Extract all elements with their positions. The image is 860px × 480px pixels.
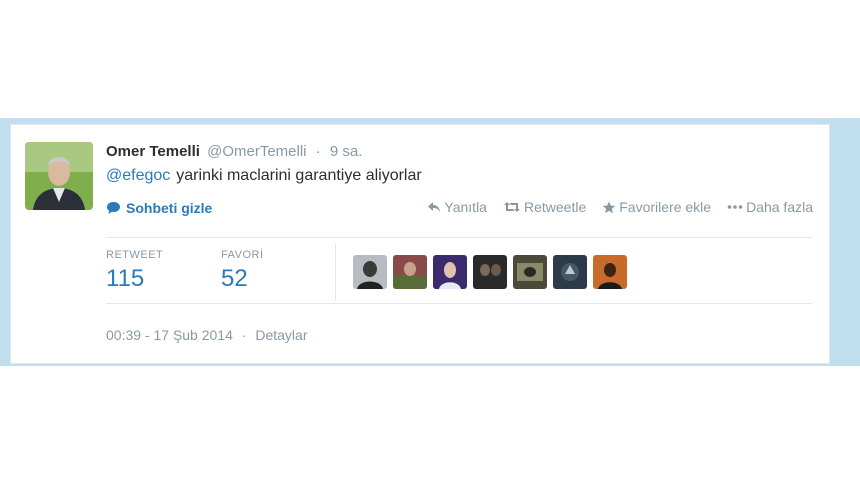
favorite-count: 52 bbox=[221, 265, 248, 292]
mention-link[interactable]: @efegoc bbox=[106, 167, 170, 184]
reply-icon bbox=[428, 202, 441, 212]
conversation-label: Sohbeti gizle bbox=[126, 200, 213, 216]
tweet-footer: 00:39 - 17 Şub 2014 · Detaylar bbox=[106, 327, 307, 343]
tweet-time[interactable]: 9 sa. bbox=[330, 143, 363, 160]
retweeter-avatar[interactable] bbox=[593, 255, 627, 289]
conversation-toggle[interactable]: Sohbeti gizle bbox=[106, 200, 212, 216]
stats-top-divider bbox=[106, 237, 812, 238]
tweet-header: Omer Temelli @OmerTemelli · 9 sa. bbox=[106, 143, 362, 160]
reply-button[interactable]: Yanıtla bbox=[427, 199, 487, 215]
tweet-actions: Yanıtla Retweetle Favorilere ekle Daha f… bbox=[427, 199, 813, 215]
favorite-stat-label: FAVORİ bbox=[221, 249, 264, 261]
tweet-timestamp: 00:39 - 17 Şub 2014 bbox=[106, 327, 233, 343]
more-icon bbox=[727, 205, 743, 209]
author-fullname[interactable]: Omer Temelli bbox=[106, 143, 200, 160]
favorite-label: Favorilere ekle bbox=[619, 199, 712, 215]
favorite-button[interactable]: Favorilere ekle bbox=[602, 199, 711, 215]
tweet-body: yarinki maclarini garantiye aliyorlar bbox=[176, 167, 422, 184]
retweet-stat-label: RETWEET bbox=[106, 249, 164, 261]
retweet-icon bbox=[503, 202, 520, 212]
header-separator: · bbox=[315, 143, 321, 160]
retweeter-avatar[interactable] bbox=[473, 255, 507, 289]
reply-label: Yanıtla bbox=[444, 199, 487, 215]
tweet-text: @efegoc yarinki maclarini garantiye aliyo… bbox=[106, 167, 422, 185]
retweeter-avatar[interactable] bbox=[553, 255, 587, 289]
retweet-count: 115 bbox=[106, 265, 145, 292]
speech-bubble-icon bbox=[107, 202, 120, 214]
star-icon bbox=[602, 201, 616, 213]
retweet-stat[interactable]: RETWEET 115 bbox=[106, 249, 163, 293]
more-label: Daha fazla bbox=[746, 199, 813, 215]
stats-bottom-divider bbox=[106, 303, 812, 304]
author-username[interactable]: @OmerTemelli bbox=[207, 143, 306, 160]
stats-vertical-divider bbox=[335, 243, 336, 301]
favorite-stat[interactable]: FAVORİ 52 bbox=[221, 249, 264, 293]
retweeter-avatar[interactable] bbox=[513, 255, 547, 289]
details-link[interactable]: Detaylar bbox=[255, 327, 307, 343]
more-button[interactable]: Daha fazla bbox=[727, 199, 813, 215]
retweeter-avatar[interactable] bbox=[433, 255, 467, 289]
footer-separator: · bbox=[241, 327, 247, 343]
tweet-card: Omer Temelli @OmerTemelli · 9 sa. @efego… bbox=[10, 124, 830, 364]
retweeter-avatar[interactable] bbox=[393, 255, 427, 289]
retweeter-avatar[interactable] bbox=[353, 255, 387, 289]
retweet-button[interactable]: Retweetle bbox=[503, 199, 586, 215]
avatar[interactable] bbox=[25, 142, 93, 210]
retweeter-avatars bbox=[353, 255, 627, 289]
retweet-label: Retweetle bbox=[523, 199, 587, 215]
